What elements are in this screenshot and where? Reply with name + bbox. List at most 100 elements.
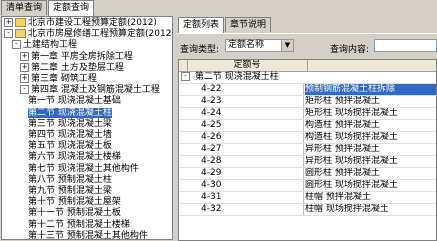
tree-item[interactable]: 第一节 现浇混凝土基础 [28,96,121,107]
tree-item[interactable]: 第五节 现浇混凝土板 [28,141,112,152]
quota-number-cell: 4-30 [201,180,222,190]
quota-number-cell: 4-27 [201,144,222,154]
table-row[interactable]: 4-32 柱帽 现场搅拌混凝土 [179,204,436,216]
tree-item-label: 第七节 现浇混凝土其他构件 [28,163,139,174]
quota-number-cell: 4-26 [201,132,222,142]
tree-item[interactable]: 第十一节 预制混凝土板 [28,208,121,219]
table-row[interactable]: 4-30 圆形柱 现场搅拌混凝土 [179,180,436,192]
tree-item-label: 第二节 现浇混凝土柱 [28,107,112,118]
table-row[interactable]: 4-24 矩形柱 现场搅拌混凝土 [179,108,436,120]
collapse-icon[interactable]: - [12,40,21,50]
expand-icon[interactable]: + [20,74,29,83]
tree-item[interactable]: - 北京市房屋修缮工程预算定额(2012) [4,29,173,40]
tree-item-label: 第二章 土方及垫层工程 [31,62,124,73]
tree-item-label: 第三章 砌筑工程 [31,74,97,84]
table-row[interactable]: 4-27 异形柱 预拌混凝土 [179,144,436,156]
query-type-select[interactable]: 定额名称 ▼ [225,39,294,52]
table-row[interactable]: 4-29 圆形柱 预拌混凝土 [179,168,436,180]
table-row[interactable]: 4-31 柱帽 预拌混凝土 [179,192,436,204]
quota-name-cell: 柱帽 预拌混凝土 [305,192,371,202]
tree-item[interactable]: 第十二节 预制混凝土楼梯 [28,220,130,231]
tree-item[interactable]: 第八节 预制混凝土柱 [28,175,112,186]
query-type-value: 定额名称 [228,40,265,50]
quota-number-cell: 4-28 [201,156,222,166]
tree-item[interactable]: 第十节 预制混凝土屋架 [28,197,121,208]
quota-name-cell: 圆形柱 现场搅拌混凝土 [305,180,398,190]
collapse-icon[interactable]: - [181,72,190,81]
tree-item[interactable]: 第二节 现浇混凝土柱 [28,107,112,119]
quota-list-panel: 查询类型: 定额名称 ▼ 查询内容: 定额号 - 第二节 现浇混凝土柱 4-22… [177,33,437,241]
quota-name-cell: 异形柱 预拌混凝土 [305,144,380,154]
tree-item[interactable]: - 土建结构工程 [12,40,77,51]
quota-number-cell: 4-25 [201,120,222,130]
quota-name-cell: 圆形柱 预拌混凝土 [305,168,380,178]
collapse-icon[interactable]: - [20,85,29,95]
quota-number-cell: 4-31 [201,192,222,202]
table-row[interactable]: 4-23 矩形柱 预拌混凝土 [179,96,436,108]
tree-item[interactable]: + 第一章 平房全房拆除工程 [20,51,133,63]
tab-chapter-notes[interactable]: 章节说明 [225,17,272,32]
right-tab-bar: 定额列表 章节说明 [178,17,272,33]
tree-item-label: 第十三节 预制混凝土其他构件 [28,230,148,240]
tree-item[interactable]: 第六节 现浇混凝土楼梯 [28,152,121,163]
quota-name-cell: 异形柱 现场搅拌混凝土 [305,156,398,166]
column-quota-number[interactable]: 定额号 [187,60,308,71]
tree-item-label: 第一章 平房全房拆除工程 [31,51,133,62]
expand-icon[interactable]: + [4,18,13,27]
grid-header: 定额号 [179,60,436,72]
tree-item[interactable]: + 第三章 砌筑工程 [20,74,97,85]
quota-grid[interactable]: 定额号 - 第二节 现浇混凝土柱 4-22 预制钢筋混凝土柱拆除 4-23 矩形柱 预… [178,59,437,241]
tree-item-label: 土建结构工程 [23,40,78,51]
tree-item[interactable]: 第七节 现浇混凝土其他构件 [28,164,139,175]
tree-item-label: 第四节 现浇混凝土墙 [28,130,112,140]
tree-item[interactable]: - 第四章 混凝土及钢筋混凝土工程 [20,85,160,96]
tree-item[interactable]: + 第二章 土方及垫层工程 [20,62,124,74]
tab-quota-query[interactable]: 定额查询 [48,0,95,16]
tree-item-label: 第四章 混凝土及钢筋混凝土工程 [31,85,160,96]
quota-number-cell: 4-22 [201,84,222,94]
tab-list-query[interactable]: 清单查询 [1,0,48,15]
quota-name-cell: 构造柱 预拌混凝土 [305,120,380,130]
query-content-input[interactable] [374,39,437,52]
tree-item-label: 第六节 现浇混凝土楼梯 [28,152,121,163]
table-row[interactable]: 4-26 构造柱 现场搅拌混凝土 [179,132,436,144]
tree-item[interactable]: 第三节 现浇混凝土梁 [28,119,112,130]
expand-icon[interactable]: + [20,51,29,61]
tree-item-label: 第十二节 预制混凝土楼梯 [28,219,130,230]
tree-item[interactable]: + 北京市建设工程预算定额(2012) [4,18,157,29]
tree-item-label: 第十一节 预制混凝土板 [28,208,121,219]
tree-item[interactable]: 第十三节 预制混凝土其他构件 [28,230,148,240]
folder-icon [15,29,26,39]
query-type-label: 查询类型: [180,45,220,55]
tree-item[interactable]: 第九节 预制混凝土梁 [28,186,112,197]
quota-number-cell: 4-24 [201,108,222,118]
collapse-icon[interactable]: - [4,29,13,39]
tree-item-label: 北京市房屋修缮工程预算定额(2012) [28,29,173,40]
quota-name-cell: 矩形柱 预拌混凝土 [305,96,380,106]
table-row[interactable]: 4-22 预制钢筋混凝土柱拆除 [179,84,436,96]
query-content-label: 查询内容: [330,45,370,55]
tree-item-label: 北京市建设工程预算定额(2012) [28,18,157,28]
quota-name-cell: 构造柱 现场搅拌混凝土 [305,132,398,142]
quota-name-cell: 矩形柱 现场搅拌混凝土 [305,108,398,118]
tree-item-label: 第九节 预制混凝土梁 [28,186,112,196]
tree-item-label: 第五节 现浇混凝土板 [28,141,112,152]
tree-item-label: 第十节 预制混凝土屋架 [28,197,121,208]
left-tab-bar: 清单查询 定额查询 [1,0,95,16]
group-row[interactable]: - 第二节 现浇混凝土柱 [179,72,436,84]
quota-name-cell: 预制钢筋混凝土柱拆除 [305,84,436,95]
table-row[interactable]: 4-28 异形柱 现场搅拌混凝土 [179,156,436,168]
group-label: 第二节 现浇混凝土柱 [194,72,279,82]
folder-icon [15,18,26,27]
quota-number-cell: 4-23 [201,96,222,106]
tree-item-label: 第三节 现浇混凝土梁 [28,118,112,129]
table-row[interactable]: 4-25 构造柱 预拌混凝土 [179,120,436,132]
expand-icon[interactable]: + [20,62,29,72]
quota-number-cell: 4-29 [201,168,222,178]
tab-quota-list[interactable]: 定额列表 [178,17,225,33]
tree-item-label: 第八节 预制混凝土柱 [28,174,112,185]
chevron-down-icon[interactable]: ▼ [281,40,293,51]
quota-number-cell: 4-32 [201,204,222,214]
tree-item[interactable]: 第四节 现浇混凝土墙 [28,130,112,141]
quota-tree[interactable]: + 北京市建设工程预算定额(2012) - 北京市房屋修缮工程预算定额(2012) - 土… [1,16,173,240]
